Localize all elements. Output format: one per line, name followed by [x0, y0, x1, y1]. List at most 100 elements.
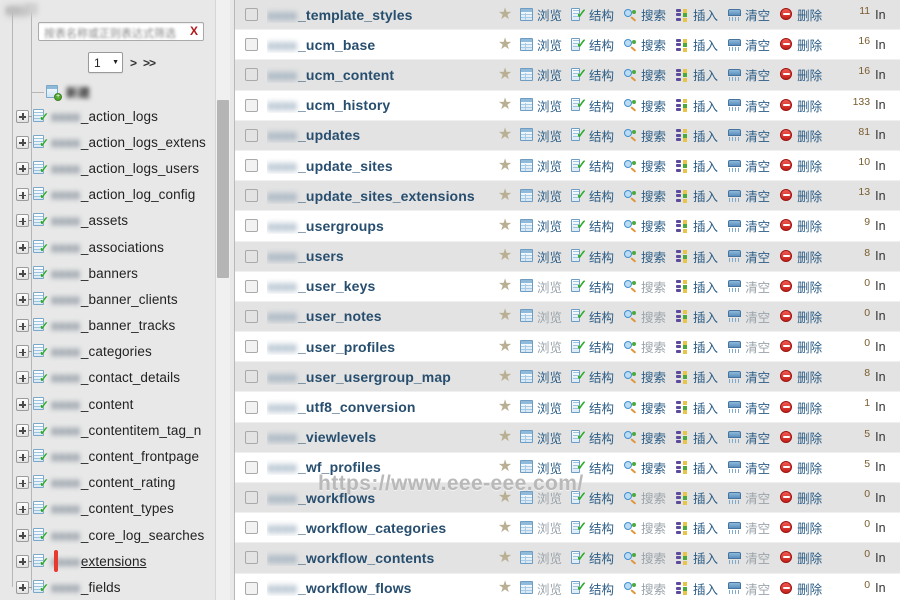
action-browse[interactable]: 浏览 — [519, 307, 562, 326]
favorite-star-icon[interactable]: ★ — [495, 97, 515, 113]
action-empty[interactable]: 清空 — [727, 337, 770, 356]
favorite-star-icon[interactable]: ★ — [495, 188, 515, 204]
row-checkbox[interactable] — [245, 431, 258, 444]
action-search[interactable]: 搜索 — [623, 277, 666, 296]
action-empty[interactable]: 清空 — [727, 398, 770, 417]
action-search[interactable]: 搜索 — [623, 428, 666, 447]
sidebar-table-item[interactable]: ✓xxxx_categories — [16, 339, 215, 365]
table-row[interactable]: xxxx_wf_profiles★浏览✓结构搜索插入清空删除5In — [235, 453, 900, 483]
action-insert[interactable]: 插入 — [675, 548, 718, 567]
action-drop[interactable]: 删除 — [779, 518, 822, 537]
favorite-star-icon[interactable]: ★ — [495, 308, 515, 324]
action-search[interactable]: 搜索 — [623, 518, 666, 537]
action-empty[interactable]: 清空 — [727, 65, 770, 84]
row-checkbox[interactable] — [245, 340, 258, 353]
action-search[interactable]: 搜索 — [623, 398, 666, 417]
action-browse[interactable]: 浏览 — [519, 367, 562, 386]
action-search[interactable]: 搜索 — [623, 488, 666, 507]
sidebar-table-item[interactable]: ✓xxxx_banner_clients — [16, 286, 215, 312]
table-row[interactable]: xxxx_users★浏览✓结构搜索插入清空删除8In — [235, 242, 900, 272]
table-row[interactable]: xxxx_utf8_conversion★浏览✓结构搜索插入清空删除1In — [235, 392, 900, 422]
action-structure[interactable]: ✓结构 — [571, 96, 614, 115]
action-insert[interactable]: 插入 — [675, 398, 718, 417]
expand-toggle-icon[interactable] — [16, 136, 29, 149]
action-insert[interactable]: 插入 — [675, 518, 718, 537]
action-insert[interactable]: 插入 — [675, 126, 718, 145]
sidebar-table-item[interactable]: ✓xxxx_content_rating — [16, 470, 215, 496]
action-browse[interactable]: 浏览 — [519, 156, 562, 175]
table-name-cell[interactable]: xxxx_user_keys — [267, 278, 495, 294]
action-drop[interactable]: 删除 — [779, 367, 822, 386]
row-checkbox[interactable] — [245, 461, 258, 474]
action-structure[interactable]: ✓结构 — [571, 398, 614, 417]
action-empty[interactable]: 清空 — [727, 186, 770, 205]
action-empty[interactable]: 清空 — [727, 277, 770, 296]
action-insert[interactable]: 插入 — [675, 65, 718, 84]
action-insert[interactable]: 插入 — [675, 307, 718, 326]
action-browse[interactable]: 浏览 — [519, 428, 562, 447]
table-filter-input[interactable]: 按表名称或正则表达式筛选 X — [38, 22, 204, 41]
expand-toggle-icon[interactable] — [16, 214, 29, 227]
action-structure[interactable]: ✓结构 — [571, 5, 614, 24]
action-empty[interactable]: 清空 — [727, 307, 770, 326]
expand-toggle-icon[interactable] — [16, 241, 29, 254]
action-drop[interactable]: 删除 — [779, 488, 822, 507]
table-name-cell[interactable]: xxxx_viewlevels — [267, 429, 495, 445]
expand-toggle-icon[interactable] — [16, 267, 29, 280]
expand-toggle-icon[interactable] — [16, 371, 29, 384]
expand-toggle-icon[interactable] — [16, 398, 29, 411]
action-browse[interactable]: 浏览 — [519, 277, 562, 296]
page-select[interactable]: 1 ▼ — [88, 52, 123, 73]
table-row[interactable]: xxxx_updates★浏览✓结构搜索插入清空删除81In — [235, 121, 900, 151]
sidebar-table-item[interactable]: ✓xxxx_action_logs_users — [16, 155, 215, 181]
sidebar-table-item[interactable]: ✓xxxx_associations — [16, 234, 215, 260]
action-search[interactable]: 搜索 — [623, 156, 666, 175]
action-empty[interactable]: 清空 — [727, 488, 770, 507]
action-search[interactable]: 搜索 — [623, 307, 666, 326]
action-insert[interactable]: 插入 — [675, 458, 718, 477]
action-drop[interactable]: 删除 — [779, 458, 822, 477]
row-checkbox[interactable] — [245, 582, 258, 595]
action-structure[interactable]: ✓结构 — [571, 186, 614, 205]
next-page-button[interactable]: > — [130, 56, 136, 70]
action-search[interactable]: 搜索 — [623, 548, 666, 567]
sidebar-table-item[interactable]: ✓xxxx_content_types — [16, 496, 215, 522]
action-insert[interactable]: 插入 — [675, 488, 718, 507]
row-checkbox[interactable] — [245, 159, 258, 172]
table-name-cell[interactable]: xxxx_update_sites — [267, 158, 495, 174]
table-row[interactable]: xxxx_update_sites★浏览✓结构搜索插入清空删除10In — [235, 151, 900, 181]
sidebar-table-item[interactable]: ✓xxxx_action_log_config — [16, 182, 215, 208]
action-empty[interactable]: 清空 — [727, 548, 770, 567]
filter-clear-icon[interactable]: X — [190, 24, 198, 38]
action-drop[interactable]: 删除 — [779, 65, 822, 84]
action-drop[interactable]: 删除 — [779, 548, 822, 567]
expand-toggle-icon[interactable] — [16, 319, 29, 332]
favorite-star-icon[interactable]: ★ — [495, 339, 515, 355]
action-search[interactable]: 搜索 — [623, 458, 666, 477]
table-name-cell[interactable]: xxxx_ucm_content — [267, 67, 495, 83]
expand-toggle-icon[interactable] — [16, 502, 29, 515]
action-drop[interactable]: 删除 — [779, 579, 822, 598]
action-empty[interactable]: 清空 — [727, 5, 770, 24]
expand-toggle-icon[interactable] — [16, 581, 29, 594]
action-drop[interactable]: 删除 — [779, 5, 822, 24]
action-drop[interactable]: 删除 — [779, 337, 822, 356]
table-name-cell[interactable]: xxxx_utf8_conversion — [267, 399, 495, 415]
new-table-item[interactable]: + 新建 — [31, 82, 211, 102]
favorite-star-icon[interactable]: ★ — [495, 67, 515, 83]
action-insert[interactable]: 插入 — [675, 579, 718, 598]
action-insert[interactable]: 插入 — [675, 428, 718, 447]
table-name-cell[interactable]: xxxx_wf_profiles — [267, 459, 495, 475]
action-browse[interactable]: 浏览 — [519, 518, 562, 537]
action-insert[interactable]: 插入 — [675, 156, 718, 175]
action-browse[interactable]: 浏览 — [519, 458, 562, 477]
row-checkbox[interactable] — [245, 68, 258, 81]
sidebar-table-item[interactable]: ✓xxxx_core_log_searches — [16, 522, 215, 548]
action-empty[interactable]: 清空 — [727, 126, 770, 145]
action-browse[interactable]: 浏览 — [519, 216, 562, 235]
action-insert[interactable]: 插入 — [675, 337, 718, 356]
action-empty[interactable]: 清空 — [727, 579, 770, 598]
action-structure[interactable]: ✓结构 — [571, 247, 614, 266]
sidebar-table-item[interactable]: ✓xxxx_content — [16, 391, 215, 417]
sidebar-table-item[interactable]: ✓xxxx_banners — [16, 260, 215, 286]
